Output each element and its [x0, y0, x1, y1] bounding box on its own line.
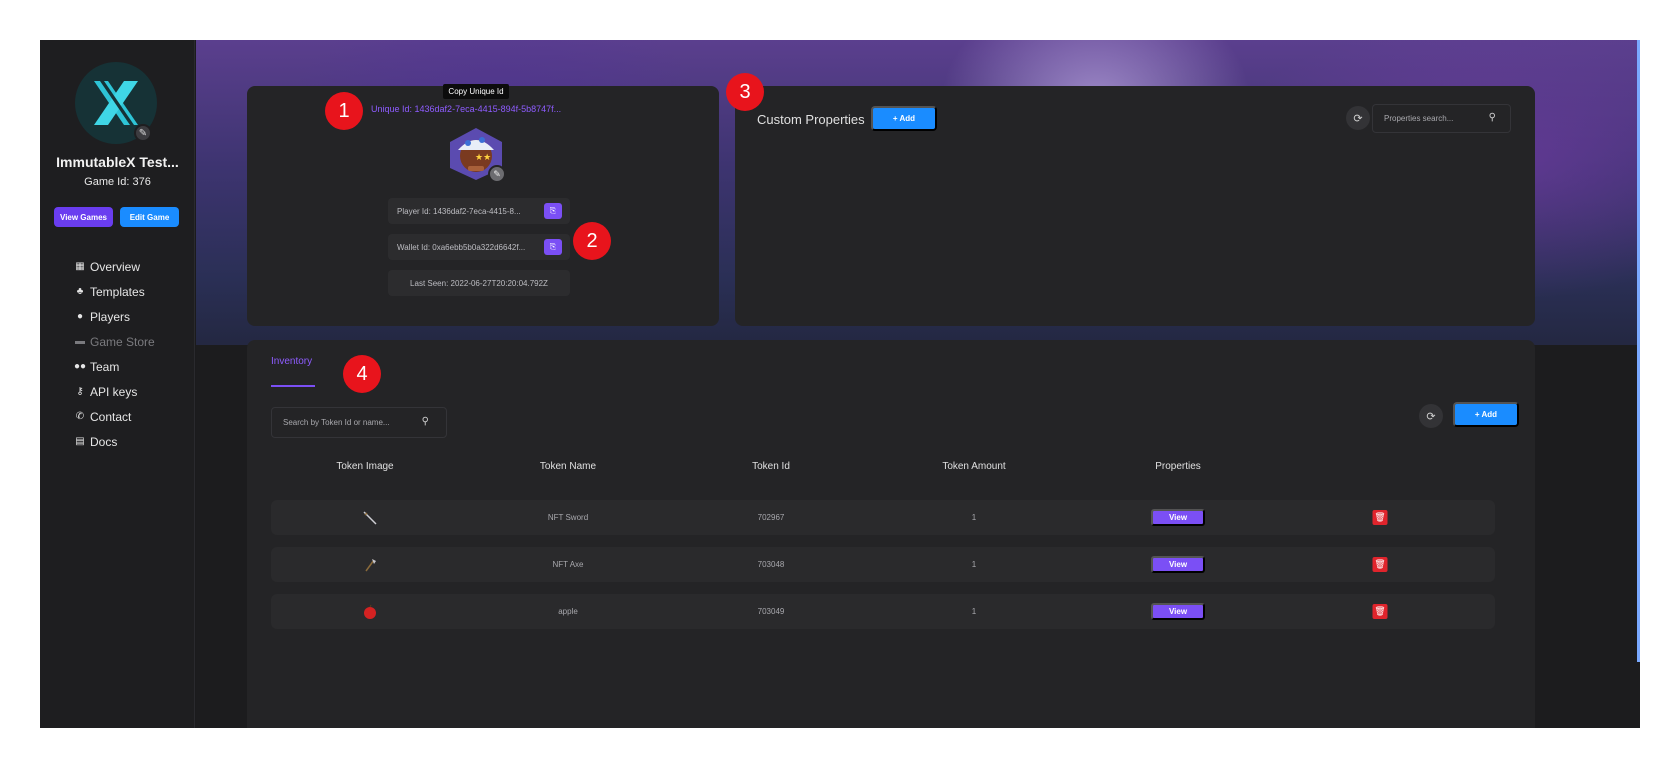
sidebar-item-label: API keys: [90, 384, 138, 399]
wallet-id-text: Wallet Id: 0xa6ebb5b0a322d6642f...: [397, 242, 526, 252]
column-header-token-image: Token Image: [336, 461, 394, 472]
table-row: NFT Axe 703048 1 View 🗑: [271, 547, 1495, 582]
wallet-id-field: Wallet Id: 0xa6ebb5b0a322d6642f... ⎘: [388, 234, 570, 260]
sidebar-item-label: Game Store: [90, 334, 155, 349]
view-properties-button[interactable]: View: [1151, 603, 1205, 620]
app-window: ✎ ImmutableX Test... Game Id: 376 View G…: [40, 40, 1640, 728]
properties-search-input[interactable]: Properties search... ⚲: [1372, 104, 1511, 133]
add-token-button[interactable]: + Add: [1453, 402, 1519, 427]
properties-search-placeholder: Properties search...: [1384, 114, 1454, 123]
annotation-marker-1: 1: [325, 92, 363, 130]
sidebar-item-overview[interactable]: ▦ Overview: [73, 254, 155, 279]
trash-icon[interactable]: 🗑: [1372, 557, 1388, 572]
document-icon: ▤: [75, 436, 85, 447]
annotation-marker-4: 4: [343, 355, 381, 393]
token-amount: 1: [971, 560, 977, 569]
token-name: NFT Axe: [552, 560, 584, 569]
sidebar-item-game-store[interactable]: ▬ Game Store: [73, 329, 155, 354]
sidebar-item-templates[interactable]: ♣ Templates: [73, 279, 155, 304]
view-properties-button[interactable]: View: [1151, 509, 1205, 526]
game-name: ImmutableX Test...: [56, 154, 179, 170]
sidebar-item-label: Contact: [90, 409, 132, 424]
window-edge: [1637, 40, 1640, 662]
apple-icon: [364, 604, 376, 619]
users-icon: ●●: [73, 361, 87, 372]
copy-player-id-icon[interactable]: ⎘: [544, 203, 562, 219]
token-image-sword: [362, 500, 378, 535]
copy-unique-id-tooltip: Copy Unique Id: [443, 84, 509, 99]
sidebar-item-label: Templates: [90, 284, 145, 299]
grid-icon: ▦: [75, 261, 85, 272]
last-seen-text: Last Seen: 2022-06-27T20:20:04.792Z: [410, 278, 548, 288]
key-icon: ⚷: [76, 386, 84, 397]
phone-icon: ✆: [75, 411, 85, 422]
column-header-token-name: Token Name: [539, 461, 597, 472]
user-icon: ●: [76, 311, 84, 322]
sidebar-item-label: Players: [90, 309, 131, 324]
token-name: NFT Sword: [547, 513, 589, 522]
column-header-token-amount: Token Amount: [942, 461, 1006, 472]
copy-wallet-id-icon[interactable]: ⎘: [544, 239, 562, 255]
token-id: 703048: [757, 560, 785, 569]
token-amount: 1: [971, 513, 977, 522]
sidebar-item-label: Docs: [90, 434, 118, 449]
game-id: Game Id: 376: [84, 176, 151, 188]
token-amount: 1: [971, 607, 977, 616]
sidebar-item-players[interactable]: ● Players: [73, 304, 155, 329]
edit-game-button[interactable]: Edit Game: [120, 207, 179, 227]
axe-icon: [365, 558, 376, 571]
column-header-properties: Properties: [1155, 461, 1201, 472]
sidebar-item-label: Team: [90, 359, 120, 374]
svg-text:★★: ★★: [475, 153, 491, 163]
annotation-marker-3: 3: [726, 73, 764, 111]
token-image-axe: [362, 547, 378, 582]
search-icon: ⚲: [1488, 112, 1496, 123]
tab-active-indicator: [271, 385, 315, 387]
sidebar-item-contact[interactable]: ✆ Contact: [73, 404, 155, 429]
last-seen-field: Last Seen: 2022-06-27T20:20:04.792Z: [388, 270, 570, 296]
player-id-text: Player Id: 1436daf2-7eca-4415-8...: [397, 206, 521, 216]
search-icon: ⚲: [421, 416, 429, 427]
edit-avatar-pencil-icon[interactable]: ✎: [488, 165, 506, 183]
table-row: NFT Sword 702967 1 View 🗑: [271, 500, 1495, 535]
sword-icon: [363, 510, 377, 525]
inventory-search-placeholder: Search by Token Id or name...: [283, 418, 390, 427]
shapes-icon: ♣: [76, 286, 84, 297]
tab-inventory[interactable]: Inventory: [271, 356, 312, 367]
unique-id-link[interactable]: Unique Id: 1436daf2-7eca-4415-894f-5b874…: [371, 104, 561, 114]
token-name: apple: [558, 607, 578, 616]
player-id-field: Player Id: 1436daf2-7eca-4415-8... ⎘: [388, 198, 570, 224]
trash-icon[interactable]: 🗑: [1372, 604, 1388, 619]
sidebar: ✎ ImmutableX Test... Game Id: 376 View G…: [40, 40, 195, 728]
token-id: 702967: [757, 513, 785, 522]
custom-properties-title: Custom Properties: [757, 112, 865, 127]
store-icon: ▬: [75, 336, 85, 347]
inventory-search-input[interactable]: Search by Token Id or name... ⚲: [271, 407, 447, 438]
table-row: apple 703049 1 View 🗑: [271, 594, 1495, 629]
sidebar-item-api-keys[interactable]: ⚷ API keys: [73, 379, 155, 404]
token-image-apple: [362, 594, 378, 629]
view-properties-button[interactable]: View: [1151, 556, 1205, 573]
refresh-properties-icon[interactable]: ⟳: [1346, 106, 1370, 130]
refresh-inventory-icon[interactable]: ⟳: [1419, 404, 1443, 428]
sidebar-item-label: Overview: [90, 259, 141, 274]
annotation-marker-2: 2: [573, 222, 611, 260]
view-games-button[interactable]: View Games: [54, 207, 113, 227]
token-id: 703049: [757, 607, 785, 616]
edit-logo-pencil-icon[interactable]: ✎: [134, 124, 152, 142]
sidebar-item-team[interactable]: ●● Team: [73, 354, 155, 379]
sidebar-item-docs[interactable]: ▤ Docs: [73, 429, 155, 454]
immutablex-logo-icon: [94, 81, 138, 125]
column-header-token-id: Token Id: [752, 461, 790, 472]
add-property-button[interactable]: + Add: [871, 106, 937, 131]
trash-icon[interactable]: 🗑: [1372, 510, 1388, 525]
sidebar-nav: ▦ Overview ♣ Templates ● Players ▬ Game Stor…: [73, 254, 155, 454]
